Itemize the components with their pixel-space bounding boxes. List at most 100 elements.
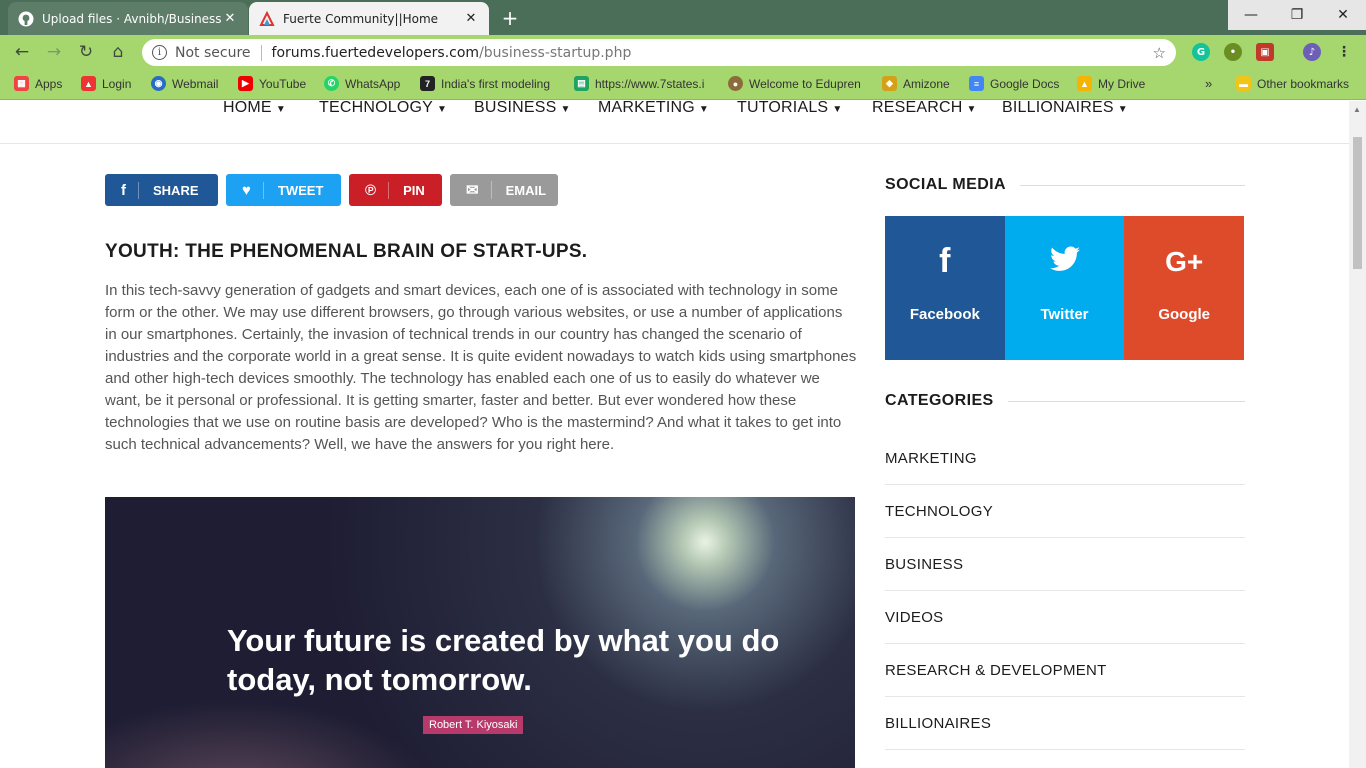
bookmark-whatsapp[interactable]: ✆ WhatsApp [324, 76, 400, 91]
share-twitter-button[interactable]: ♥ TWEET [226, 174, 341, 206]
scroll-up-icon[interactable]: ▲ [1353, 105, 1361, 114]
bookmark-modeling[interactable]: 7 India's first modeling [420, 76, 550, 91]
share-facebook-button[interactable]: f SHARE [105, 174, 218, 206]
amizone-icon: ◆ [882, 76, 897, 91]
browser-toolbar: ← → ↻ ⌂ i Not secure forums.fuertedevelo… [0, 35, 1366, 69]
quote-image: Your future is created by what you do to… [105, 497, 855, 768]
social-label: Google [1158, 306, 1211, 323]
share-label: TWEET [277, 182, 324, 198]
caret-down-icon: ▼ [560, 104, 571, 115]
category-item[interactable]: BUSINESS [885, 538, 1245, 591]
address-bar[interactable]: i Not secure forums.fuertedevelopers.com… [142, 39, 1176, 66]
email-icon: ✉ [466, 181, 492, 199]
bookmark-webmail[interactable]: ◉ Webmail [151, 76, 218, 91]
bookmark-label: Other bookmarks [1257, 76, 1350, 91]
main-nav: HOME ▼ TECHNOLOGY ▼ BUSINESS ▼ MARKETING ▼ T… [0, 101, 1349, 144]
page-viewport: HOME ▼ TECHNOLOGY ▼ BUSINESS ▼ MARKETING ▼ T… [0, 101, 1366, 768]
apps-grid-icon: ▦ [14, 76, 29, 91]
seven-logo-icon: 7 [420, 76, 435, 91]
home-icon[interactable]: ⌂ [106, 40, 130, 64]
page-scrollbar[interactable]: ▲ [1349, 101, 1366, 768]
nav-label: BUSINESS [474, 101, 557, 116]
nav-home[interactable]: HOME ▼ [223, 101, 286, 117]
nav-label: BILLIONAIRES [1002, 101, 1114, 116]
new-tab-button[interactable]: + [498, 6, 522, 30]
bookmark-label: WhatsApp [345, 76, 401, 91]
maximize-button[interactable]: ❐ [1274, 0, 1320, 30]
sheets-icon: ▤ [574, 76, 589, 91]
menu-icon[interactable]: ⋮ [1335, 43, 1353, 61]
social-media-grid: f Facebook Twitter G+ Google [885, 216, 1245, 360]
nav-label: HOME [223, 101, 272, 116]
bookmark-edupren[interactable]: ● Welcome to Edupren [728, 76, 861, 91]
category-item[interactable]: TECHNOLOGY [885, 485, 1245, 538]
bookmark-label: Google Docs [990, 76, 1060, 91]
fuerte-logo-icon: ▲ [81, 76, 96, 91]
nav-billionaires[interactable]: BILLIONAIRES ▼ [1002, 101, 1128, 117]
reload-icon[interactable]: ↻ [74, 40, 98, 64]
social-twitter[interactable]: Twitter [1004, 216, 1125, 360]
bookmark-label: Webmail [172, 76, 219, 91]
bookmark-star-icon[interactable]: ☆ [1153, 44, 1166, 62]
caret-down-icon: ▼ [832, 104, 843, 115]
bookmarks-bar: ▦ Apps ▲ Login ◉ Webmail ▶ YouTube ✆ WhatsApp… [0, 69, 1366, 100]
pinterest-icon: ℗ [365, 181, 390, 199]
bookmark-label: YouTube [259, 76, 307, 91]
categories-heading: CATEGORIES [885, 392, 1245, 410]
back-icon[interactable]: ← [10, 40, 34, 64]
edupren-icon: ● [728, 76, 743, 91]
bookmark-label: My Drive [1098, 76, 1146, 91]
github-icon [18, 11, 34, 27]
caret-down-icon: ▼ [437, 104, 448, 115]
article-title: YOUTH: THE PHENOMENAL BRAIN OF START-UPS… [105, 241, 588, 262]
nav-tutorials[interactable]: TUTORIALS ▼ [737, 101, 842, 117]
scrollbar-thumb[interactable] [1353, 137, 1362, 269]
bookmark-other[interactable]: ▬ Other bookmarks [1236, 76, 1349, 91]
nav-marketing[interactable]: MARKETING ▼ [598, 101, 709, 117]
extension-icon[interactable]: • [1224, 43, 1242, 61]
share-email-button[interactable]: ✉ EMAIL [450, 174, 558, 206]
bookmark-label: Amizone [903, 76, 950, 91]
widget-title-text: CATEGORIES [885, 392, 994, 409]
bookmark-my-drive[interactable]: ▲ My Drive [1077, 76, 1145, 91]
nav-label: TECHNOLOGY [319, 101, 434, 116]
nav-business[interactable]: BUSINESS ▼ [474, 101, 571, 117]
profile-avatar[interactable]: ♪ [1303, 43, 1321, 61]
category-item[interactable]: MARKETING [885, 432, 1245, 485]
close-icon[interactable]: ✕ [222, 11, 238, 26]
social-label: Facebook [909, 306, 980, 323]
nav-label: RESEARCH [872, 101, 963, 116]
extension-icon[interactable]: ▣ [1256, 43, 1274, 61]
google-docs-icon: ≡ [969, 76, 984, 91]
tab-github[interactable]: Upload files · Avnibh/Business-Bl ✕ [8, 2, 248, 35]
bookmark-apps[interactable]: ▦ Apps [14, 76, 62, 91]
bookmark-7states[interactable]: ▤ https://www.7states.i [574, 76, 704, 91]
category-item[interactable]: BILLIONAIRES [885, 697, 1245, 750]
twitter-icon: ♥ [242, 181, 264, 199]
close-icon[interactable]: ✕ [463, 11, 479, 26]
caret-down-icon: ▼ [966, 104, 977, 115]
social-google[interactable]: G+ Google [1124, 216, 1245, 360]
social-facebook[interactable]: f Facebook [885, 216, 1005, 360]
forward-icon[interactable]: → [42, 40, 66, 64]
share-bar: f SHARE ♥ TWEET ℗ PIN ✉ EMAIL [105, 174, 558, 206]
quote-author: Robert T. Kiyosaki [423, 716, 524, 734]
window-close-button[interactable]: ✕ [1320, 0, 1366, 30]
info-icon[interactable]: i [152, 45, 167, 60]
grammarly-icon[interactable]: G [1192, 43, 1210, 61]
category-item[interactable]: VIDEOS [885, 591, 1245, 644]
share-pinterest-button[interactable]: ℗ PIN [349, 174, 442, 206]
whatsapp-icon: ✆ [324, 76, 339, 91]
bookmark-amizone[interactable]: ◆ Amizone [882, 76, 950, 91]
nav-research[interactable]: RESEARCH ▼ [872, 101, 977, 117]
bookmark-google-docs[interactable]: ≡ Google Docs [969, 76, 1059, 91]
bookmark-youtube[interactable]: ▶ YouTube [238, 76, 306, 91]
tab-fuerte[interactable]: Fuerte Community||Home ✕ [249, 2, 489, 35]
nav-technology[interactable]: TECHNOLOGY ▼ [319, 101, 447, 117]
minimize-button[interactable]: — [1228, 0, 1274, 30]
category-item[interactable]: RESEARCH & DEVELOPMENT [885, 644, 1245, 697]
more-bookmarks-button[interactable]: » [1205, 76, 1212, 91]
bookmark-login[interactable]: ▲ Login [81, 76, 131, 91]
tab-title: Fuerte Community||Home [283, 11, 439, 26]
caret-down-icon: ▼ [275, 104, 286, 115]
